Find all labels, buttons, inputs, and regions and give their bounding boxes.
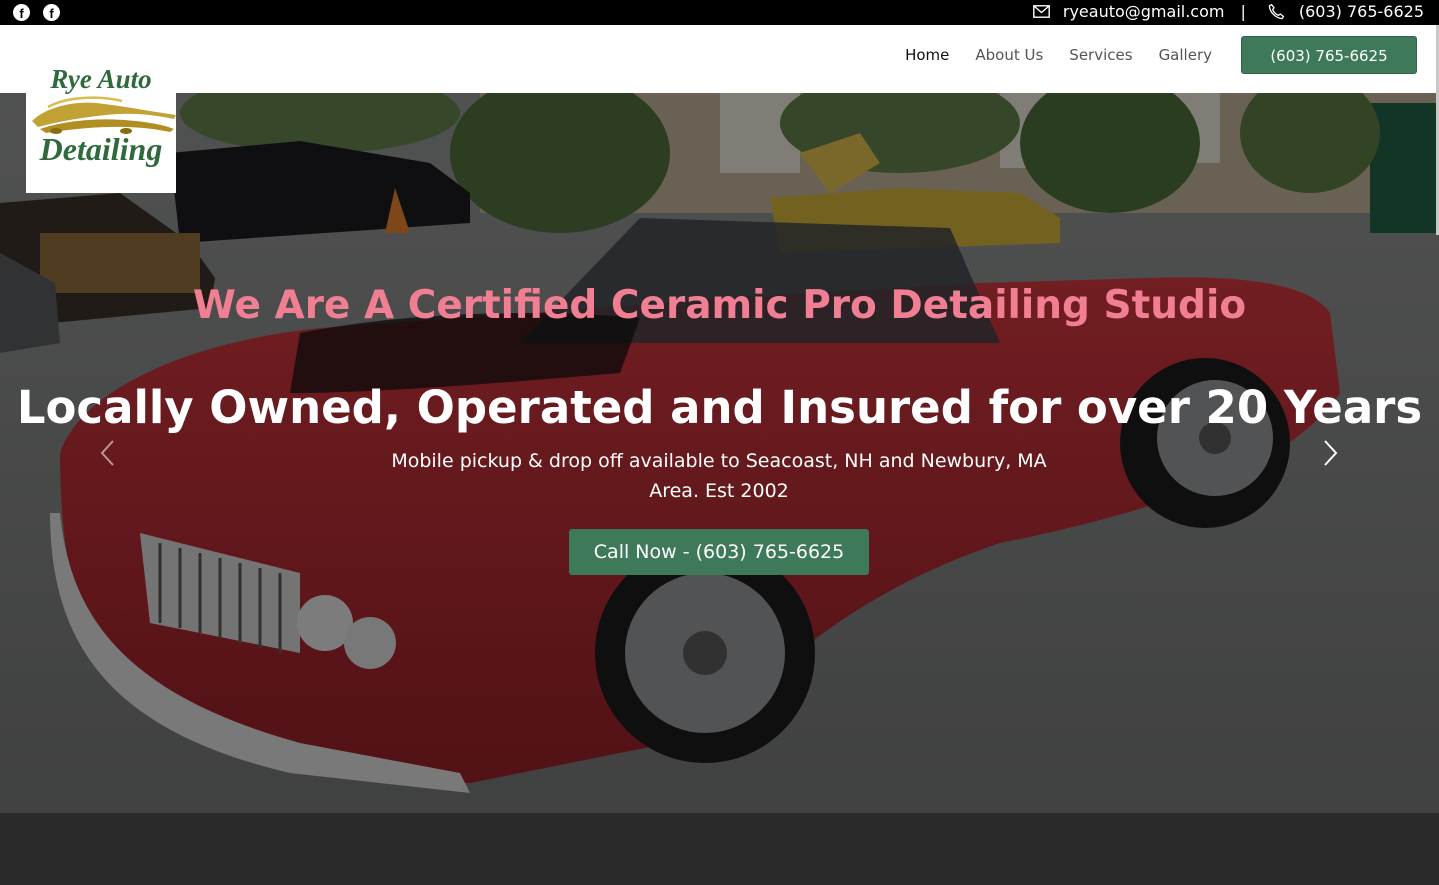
nav-phone-button[interactable]: (603) 765-6625 [1241,36,1417,74]
logo-line2: Detailing [39,131,163,167]
nav-home[interactable]: Home [905,46,949,64]
top-bar: f f ryeauto@gmail.com | (603) 765-6625 [0,0,1439,25]
top-contact: ryeauto@gmail.com | (603) 765-6625 [1032,2,1424,21]
main-nav: Home About Us Services Gallery (603) 765… [879,36,1417,74]
site-logo[interactable]: Rye Auto Detailing [26,43,176,193]
nav-services[interactable]: Services [1069,46,1132,64]
hero-subtext: Mobile pickup & drop off available to Se… [391,450,1047,502]
nav-about-us[interactable]: About Us [975,46,1043,64]
facebook-icon[interactable]: f [13,4,30,21]
facebook-icon[interactable]: f [43,4,60,21]
logo-line1: Rye Auto [49,64,151,94]
carousel-next-arrow-icon[interactable] [1320,439,1340,467]
phone-icon [1268,3,1285,20]
nav-gallery[interactable]: Gallery [1159,46,1212,64]
top-phone-link[interactable]: (603) 765-6625 [1299,2,1424,21]
envelope-icon [1032,5,1050,18]
hero-headline: Locally Owned, Operated and Insured for … [16,381,1423,434]
hero-tagline: We Are A Certified Ceramic Pro Detailing… [192,283,1247,328]
email-link[interactable]: ryeauto@gmail.com [1063,2,1225,21]
carousel-prev-arrow-icon[interactable] [98,439,118,467]
call-now-button[interactable]: Call Now - (603) 765-6625 [569,529,869,575]
social-links: f f [13,4,60,21]
logo-car-emblem [32,96,176,134]
contact-separator: | [1240,2,1246,21]
hero-carousel: We Are A Certified Ceramic Pro Detailing… [0,93,1439,813]
